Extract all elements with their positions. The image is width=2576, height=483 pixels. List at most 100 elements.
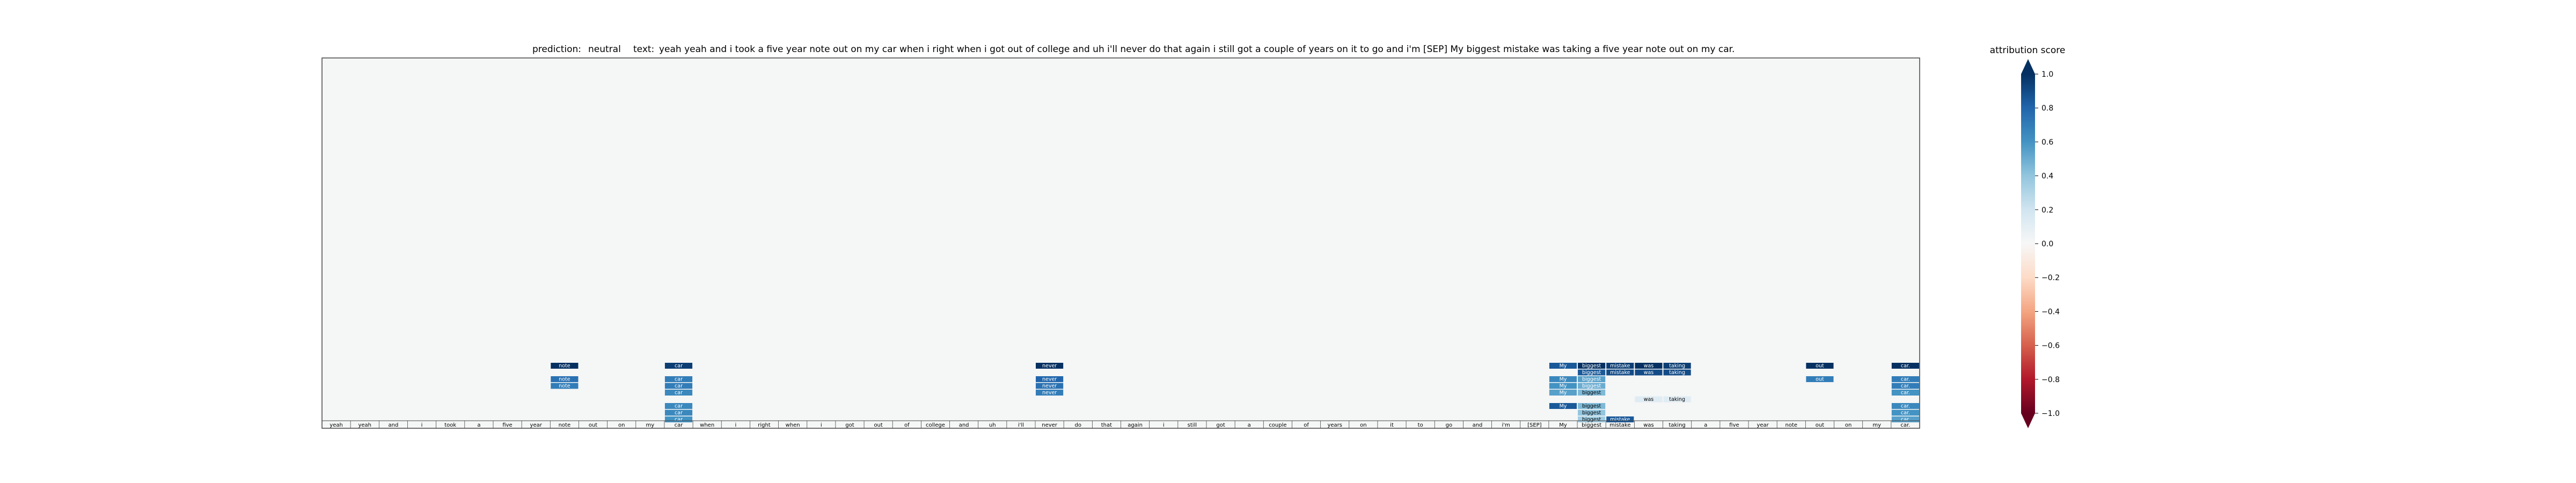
token-label: years bbox=[1327, 422, 1342, 428]
token-label: of bbox=[904, 422, 910, 428]
prediction-value: neutral bbox=[588, 44, 621, 55]
attribution-cell-label: taking bbox=[1669, 397, 1685, 402]
colorbar-tick-label: −0.6 bbox=[2041, 342, 2060, 350]
attribution-cell-label: mistake bbox=[1610, 370, 1630, 376]
attribution-cell-label: biggest bbox=[1582, 390, 1601, 396]
colorbar-tick-label: −0.8 bbox=[2041, 376, 2060, 384]
token-label: year bbox=[530, 422, 543, 428]
attribution-cell-label: was bbox=[1644, 397, 1654, 402]
colorbar-tick-label: −1.0 bbox=[2041, 409, 2060, 418]
attribution-cell-label: car. bbox=[1901, 383, 1910, 389]
attribution-cell-label: mistake bbox=[1610, 363, 1630, 369]
token-label: to bbox=[1418, 422, 1423, 428]
attribution-cell-label: biggest bbox=[1582, 370, 1601, 376]
colorbar-gradient bbox=[2021, 74, 2035, 413]
attribution-cell-label: My bbox=[1560, 383, 1567, 389]
token-label: yeah bbox=[358, 422, 371, 428]
token-label: i bbox=[1163, 422, 1165, 428]
attribution-cell-label: note bbox=[559, 383, 570, 389]
token-label: of bbox=[1304, 422, 1309, 428]
attribution-cell-label: car. bbox=[1901, 363, 1910, 369]
attribution-cell-label: car. bbox=[1901, 417, 1910, 423]
token-label: a bbox=[477, 422, 480, 428]
token-label: and bbox=[959, 422, 969, 428]
token-label: out bbox=[874, 422, 882, 428]
token-label: got bbox=[845, 422, 854, 428]
token-label: that bbox=[1101, 422, 1112, 428]
token-label: was bbox=[1643, 422, 1654, 428]
token-label: when bbox=[786, 422, 800, 428]
text-value: yeah yeah and i took a five year note ou… bbox=[659, 44, 1735, 55]
attribution-cell-label: car bbox=[675, 383, 683, 389]
attribution-cell-label: car bbox=[675, 410, 683, 416]
token-label: still bbox=[1188, 422, 1197, 428]
attribution-cell-label: never bbox=[1042, 390, 1057, 396]
token-label: never bbox=[1042, 422, 1058, 428]
attribution-cell-label: car bbox=[675, 363, 683, 369]
token-label: yeah bbox=[330, 422, 343, 428]
token-label: and bbox=[1473, 422, 1483, 428]
token-label: five bbox=[502, 422, 512, 428]
attribution-cell-label: biggest bbox=[1582, 377, 1601, 383]
colorbar-tick-label: 0.0 bbox=[2041, 240, 2053, 248]
attribution-cell-label: never bbox=[1042, 377, 1057, 383]
colorbar-tick-label: 0.8 bbox=[2041, 104, 2053, 113]
colorbar: attribution score 1.0 0.8 0.6 0.4 0.2 0.0 −0.2… bbox=[1990, 45, 2066, 428]
colorbar-upper-extension bbox=[2021, 59, 2035, 74]
token-label: when bbox=[700, 422, 714, 428]
attribution-cell-label: My bbox=[1560, 404, 1567, 409]
colorbar-tick-label: 1.0 bbox=[2041, 70, 2053, 79]
token-label: out bbox=[1816, 422, 1824, 428]
attribution-cell-label: car bbox=[675, 417, 683, 423]
attribution-cell-label: car bbox=[675, 377, 683, 383]
token-label: out bbox=[589, 422, 597, 428]
colorbar-title: attribution score bbox=[1990, 45, 2066, 56]
token-label: i bbox=[421, 422, 423, 428]
text-label: text: bbox=[633, 44, 654, 55]
attribution-figure: prediction: neutral text: yeah yeah and … bbox=[321, 44, 2066, 429]
colorbar-tick-label: −0.4 bbox=[2041, 308, 2060, 316]
colorbar-ticks: 1.0 0.8 0.6 0.4 0.2 0.0 −0.2 −0.4 −0.6 −0.8 −1.0 bbox=[2035, 70, 2060, 418]
token-label: a bbox=[1704, 422, 1707, 428]
token-label: uh bbox=[989, 422, 996, 428]
token-label: car. bbox=[1900, 422, 1910, 428]
attribution-cell-label: car. bbox=[1901, 390, 1910, 396]
attribution-cell-label: note bbox=[559, 377, 570, 383]
token-axis: yeah yeah and i took a five year note out on my car w… bbox=[322, 420, 1920, 428]
token-label: go bbox=[1446, 422, 1452, 428]
token-label: i'm bbox=[1502, 422, 1510, 428]
colorbar-tick-label: 0.6 bbox=[2041, 138, 2053, 147]
token-label: [SEP] bbox=[1527, 422, 1542, 428]
attribution-cell-label: taking bbox=[1669, 370, 1685, 376]
token-label: note bbox=[1785, 422, 1798, 428]
attribution-cell-label: car bbox=[675, 390, 683, 396]
attribution-cell-label: biggest bbox=[1582, 404, 1601, 409]
token-label: my bbox=[1872, 422, 1881, 428]
attribution-cell-label: car. bbox=[1901, 377, 1910, 383]
attribution-cell-label: My bbox=[1560, 390, 1567, 396]
attribution-cell-label: out bbox=[1816, 363, 1824, 369]
header: prediction: neutral text: yeah yeah and … bbox=[532, 44, 1735, 55]
token-label: again bbox=[1128, 422, 1143, 428]
attribution-cell-label: taking bbox=[1669, 363, 1685, 369]
attribution-cell-label: biggest bbox=[1582, 410, 1601, 416]
attribution-cell-label: was bbox=[1644, 363, 1654, 369]
token-label: car bbox=[675, 422, 684, 428]
token-label: on bbox=[1360, 422, 1366, 428]
attribution-cell-label: biggest bbox=[1582, 363, 1601, 369]
token-label: note bbox=[559, 422, 571, 428]
token-label: college bbox=[926, 422, 945, 428]
token-label: right bbox=[758, 422, 771, 428]
token-label: taking bbox=[1668, 422, 1685, 428]
colorbar-tick-label: −0.2 bbox=[2041, 274, 2060, 282]
attribution-cell-label: biggest bbox=[1582, 383, 1601, 389]
attribution-cell-label: My bbox=[1560, 363, 1567, 369]
token-label: my bbox=[646, 422, 655, 428]
token-label: mistake bbox=[1609, 422, 1630, 428]
attribution-cell-label: car. bbox=[1901, 404, 1910, 409]
colorbar-tick-label: 0.4 bbox=[2041, 172, 2053, 181]
token-label: took bbox=[444, 422, 456, 428]
colorbar-tick-label: 0.2 bbox=[2041, 206, 2053, 215]
attribution-cell-label: car. bbox=[1901, 410, 1910, 416]
token-label: a bbox=[1248, 422, 1251, 428]
